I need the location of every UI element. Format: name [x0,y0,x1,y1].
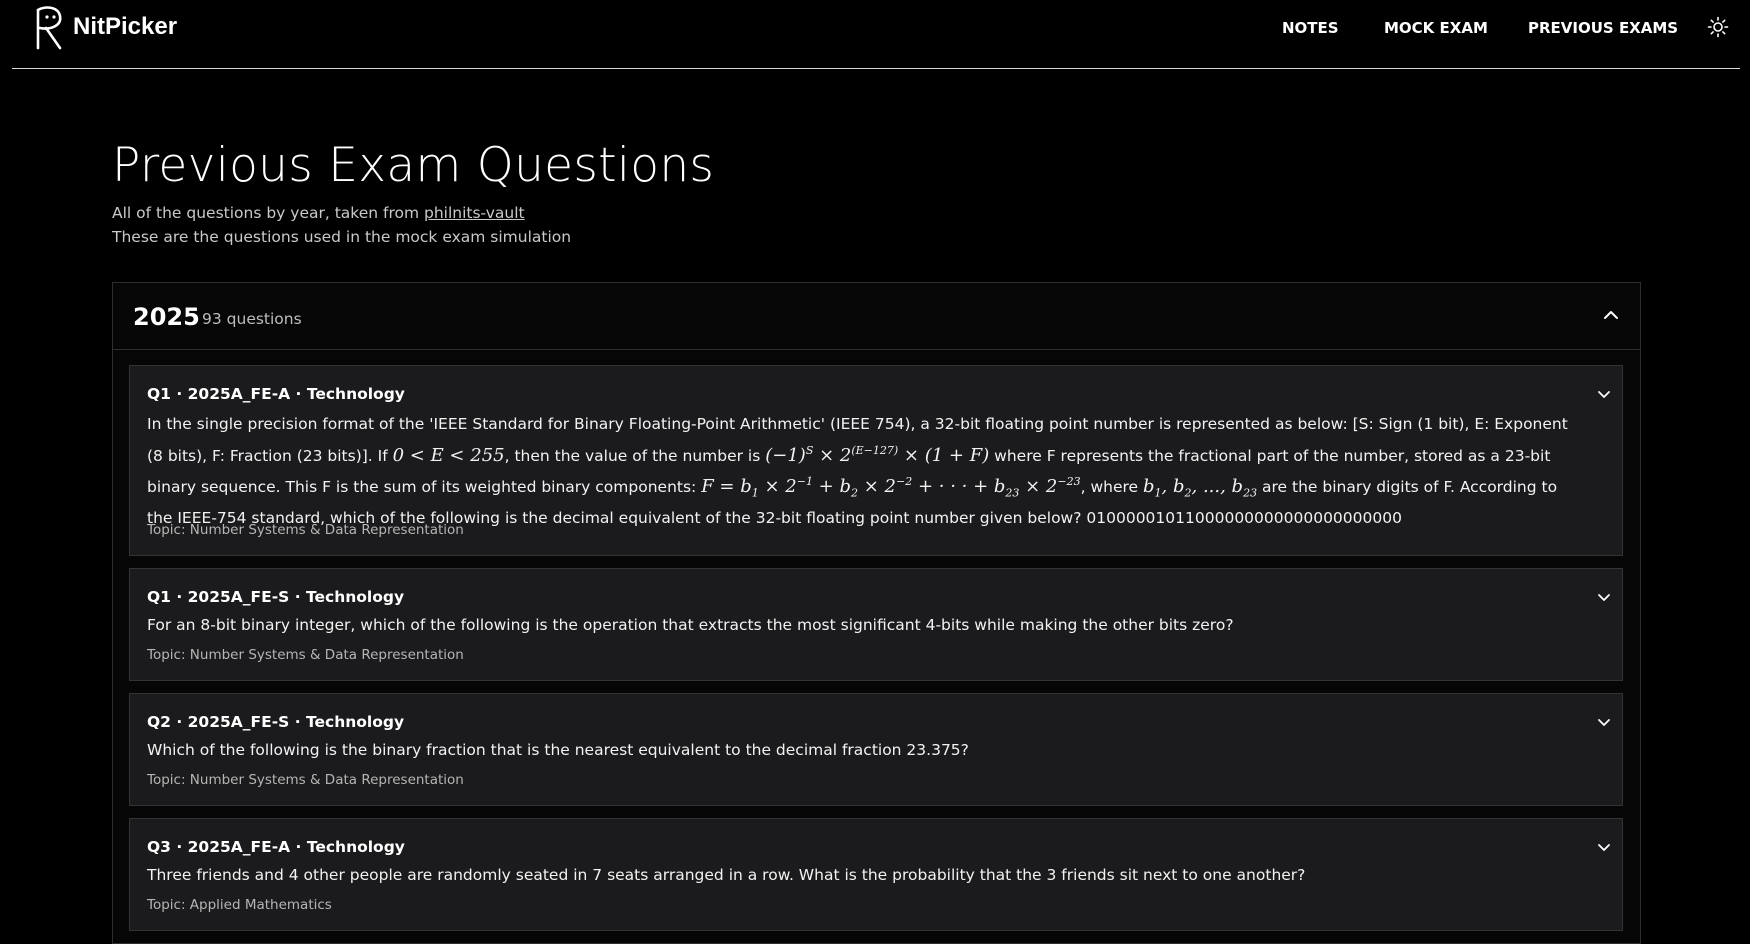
question-card[interactable]: Q2 · 2025A_FE-S · Technology Which of th… [129,693,1623,806]
nav-notes[interactable]: NOTES [1282,19,1339,37]
brand-name[interactable]: NitPicker [73,13,177,41]
math-expression: F = b1 × 2−1 + b2 × 2−2 + · · · + b23 × … [701,475,1081,500]
year-question-count: 93 questions [202,310,302,328]
math-expression: (−1)S × 2(E−127) × (1 + F) [765,443,990,466]
logo-icon[interactable] [30,4,70,50]
philnits-vault-link[interactable]: philnits-vault [424,204,525,222]
chevron-down-icon[interactable] [1596,839,1612,855]
question-topic: Topic: Number Systems & Data Representat… [147,772,464,788]
question-text: For an 8-bit binary integer, which of th… [147,616,1234,634]
page-subtitle: All of the questions by year, taken from… [112,204,525,222]
question-topic: Topic: Number Systems & Data Representat… [147,522,464,538]
page-subtitle-line2: These are the questions used in the mock… [112,228,572,246]
sun-icon[interactable] [1706,15,1730,39]
question-header: Q3 · 2025A_FE-A · Technology [147,838,405,856]
question-card[interactable]: Q1 · 2025A_FE-S · Technology For an 8-bi… [129,568,1623,681]
chevron-down-icon[interactable] [1596,714,1612,730]
chevron-down-icon[interactable] [1596,589,1612,605]
question-card[interactable]: Q1 · 2025A_FE-A · Technology In the sing… [129,365,1623,556]
math-expression: b1, b2, ..., b23 [1143,476,1258,500]
question-topic: Topic: Applied Mathematics [147,897,332,913]
question-text: In the single precision format of the 'I… [147,415,1568,528]
subtitle-text: All of the questions by year, taken from [112,204,424,222]
question-card[interactable]: Q3 · 2025A_FE-A · Technology Three frien… [129,818,1623,931]
question-topic: Topic: Number Systems & Data Representat… [147,647,464,663]
math-expression: 0 < E < 255 [392,444,505,466]
nav-mock-exam[interactable]: MOCK EXAM [1384,19,1488,37]
question-header: Q1 · 2025A_FE-A · Technology [147,385,405,403]
question-text: Three friends and 4 other people are ran… [147,866,1306,884]
year-panel: 2025 93 questions Q1 · 2025A_FE-A · Tech… [112,282,1641,944]
question-text: Which of the following is the binary fra… [147,741,969,759]
nav-previous-exams[interactable]: PREVIOUS EXAMS [1528,19,1678,37]
question-header: Q1 · 2025A_FE-S · Technology [147,588,405,606]
page-title: Previous Exam Questions [112,138,715,193]
question-header: Q2 · 2025A_FE-S · Technology [147,713,405,731]
chevron-down-icon[interactable] [1596,386,1612,402]
top-header: NitPicker NOTES MOCK EXAM PREVIOUS EXAMS [12,0,1740,69]
year-label: 2025 [133,303,200,331]
year-toggle[interactable]: 2025 93 questions [113,283,1640,350]
chevron-up-icon[interactable] [1601,305,1621,325]
